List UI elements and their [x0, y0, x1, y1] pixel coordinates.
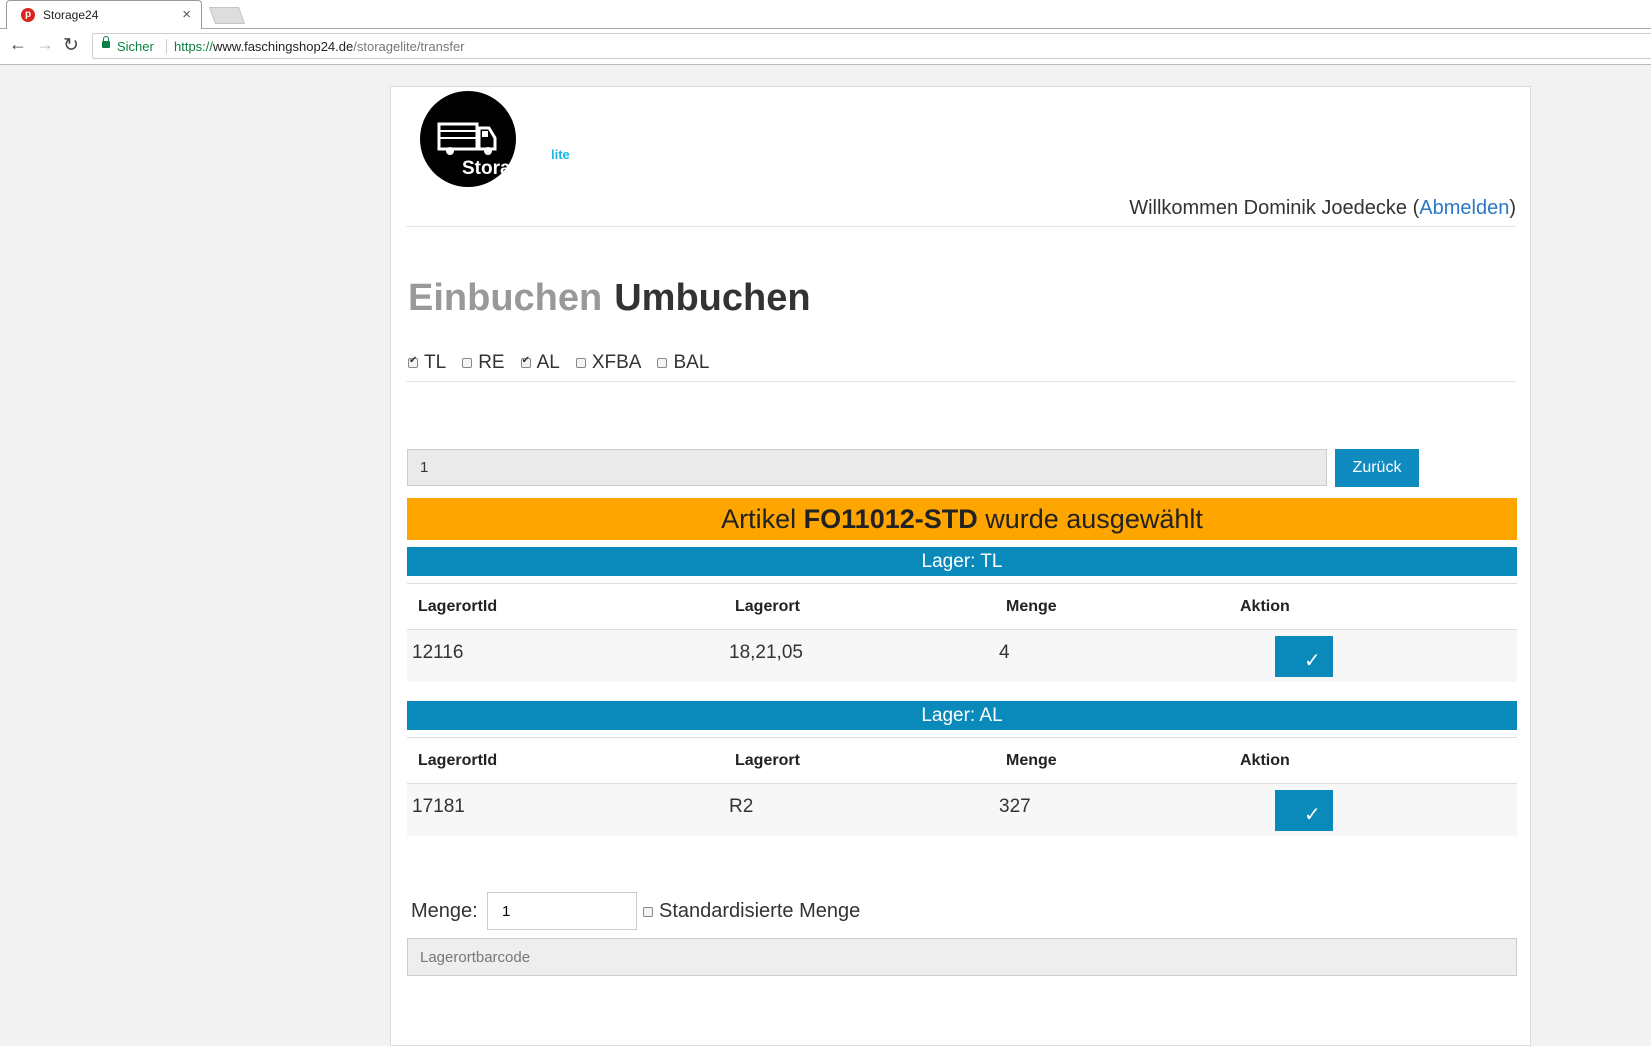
- url-host: www.faschingshop24.de: [213, 39, 354, 54]
- filter-label: BAL: [673, 352, 710, 373]
- alert-suffix: wurde ausgewählt: [977, 504, 1203, 534]
- filter-re[interactable]: RE: [462, 352, 505, 374]
- logout-link[interactable]: Abmelden: [1419, 197, 1509, 219]
- welcome-text: Willkommen Dominik Joedecke (Abmelden): [1129, 197, 1516, 220]
- filter-xfba[interactable]: XFBA: [575, 352, 642, 374]
- menge-label: Menge:: [411, 900, 478, 922]
- divider: [406, 226, 1516, 227]
- location-barcode-input[interactable]: [407, 938, 1517, 976]
- alert-prefix: Artikel: [721, 504, 804, 534]
- checkbox-xfba[interactable]: [575, 358, 586, 368]
- lager-table-al: LagerortId Lagerort Menge Aktion 17181 R…: [407, 737, 1517, 836]
- new-tab-button[interactable]: [208, 7, 246, 24]
- select-location-button[interactable]: ✓: [1275, 790, 1333, 831]
- welcome-suffix: ): [1509, 197, 1516, 219]
- svg-text:lite: lite: [551, 147, 570, 162]
- forward-arrow-icon[interactable]: →: [36, 34, 54, 55]
- menge-input[interactable]: [487, 892, 637, 930]
- lager-header-tl: Lager: TL: [407, 547, 1517, 576]
- divider: [406, 381, 1516, 382]
- omnibox-divider: [166, 39, 167, 54]
- page-title: Einbuchen Umbuchen: [408, 277, 811, 320]
- filter-bal[interactable]: BAL: [657, 352, 709, 374]
- column-header: LagerortId: [418, 598, 498, 615]
- url-path: /storagelite/transfer: [353, 39, 465, 54]
- table-header: LagerortId Lagerort Menge Aktion: [407, 583, 1517, 630]
- checkbox-re[interactable]: [462, 358, 473, 368]
- filter-label: XFBA: [591, 352, 642, 373]
- tab-umbuchen[interactable]: Umbuchen: [614, 277, 810, 319]
- back-arrow-icon[interactable]: ←: [9, 34, 27, 55]
- checkmark-icon: ✓: [1304, 650, 1321, 672]
- cell-lagerortid: 17181: [412, 796, 465, 817]
- column-header: LagerortId: [418, 752, 498, 769]
- checkmark-icon: ✓: [1304, 804, 1321, 826]
- filter-tl[interactable]: TL: [408, 352, 446, 374]
- lager-filter-group: TL RE AL XFBA BAL: [408, 352, 725, 374]
- filter-label: TL: [424, 352, 447, 373]
- article-number: FO11012-STD: [803, 504, 978, 534]
- lager-table-tl: LagerortId Lagerort Menge Aktion 12116 1…: [407, 583, 1517, 682]
- checkbox-tl[interactable]: [408, 355, 418, 368]
- address-bar[interactable]: Sicher https://www.faschingshop24.de/sto…: [92, 33, 1651, 59]
- column-header: Lagerort: [735, 752, 800, 769]
- standardized-quantity-option[interactable]: Standardisierte Menge: [643, 900, 860, 923]
- table-row: 12116 18,21,05 4 ✓: [407, 630, 1517, 682]
- lock-icon: [102, 36, 110, 48]
- cell-menge: 327: [999, 796, 1031, 817]
- filter-al[interactable]: AL: [520, 352, 560, 374]
- column-header: Menge: [1006, 598, 1057, 615]
- standardized-quantity-checkbox[interactable]: [643, 906, 653, 917]
- tab-title: Storage24: [43, 8, 99, 22]
- close-tab-icon[interactable]: ×: [182, 6, 191, 23]
- cell-lagerortid: 12116: [412, 642, 464, 663]
- welcome-prefix: Willkommen Dominik Joedecke (: [1129, 197, 1420, 219]
- column-header: Aktion: [1240, 598, 1290, 615]
- lager-header-al: Lager: AL: [407, 701, 1517, 730]
- checkbox-bal[interactable]: [657, 358, 668, 368]
- storage24-logo[interactable]: Storage24 lite: [420, 91, 590, 196]
- filter-label: AL: [536, 352, 560, 373]
- svg-text:Storage24: Storage24: [462, 158, 554, 179]
- table-header: LagerortId Lagerort Menge Aktion: [407, 737, 1517, 784]
- favicon-icon: p: [21, 8, 35, 22]
- select-location-button[interactable]: ✓: [1275, 636, 1333, 677]
- cell-lagerort: 18,21,05: [729, 642, 803, 663]
- url-scheme: https://: [174, 39, 214, 54]
- selection-alert: Artikel FO11012-STD wurde ausgewählt: [407, 498, 1517, 540]
- browser-toolbar: ← → ↻ Sicher https://www.faschingshop24.…: [0, 29, 1651, 65]
- column-header: Aktion: [1240, 752, 1290, 769]
- tab-einbuchen[interactable]: Einbuchen: [408, 277, 602, 319]
- cell-menge: 4: [999, 642, 1010, 663]
- table-row: 17181 R2 327 ✓: [407, 784, 1517, 836]
- cell-lagerort: R2: [729, 796, 754, 817]
- standardized-quantity-label: Standardisierte Menge: [659, 900, 861, 922]
- secure-label: Sicher: [117, 39, 154, 54]
- column-header: Menge: [1006, 752, 1057, 769]
- browser-tab[interactable]: p Storage24 ×: [6, 0, 202, 29]
- column-header: Lagerort: [735, 598, 800, 615]
- url-text[interactable]: https://www.faschingshop24.de/storagelit…: [174, 39, 465, 54]
- page-container: Storage24 lite Willkommen Dominik Joedec…: [390, 86, 1531, 1046]
- browser-tabstrip: p Storage24 ×: [0, 0, 1651, 29]
- checkbox-al[interactable]: [520, 355, 531, 368]
- filter-label: RE: [478, 352, 505, 373]
- article-search-input[interactable]: [407, 449, 1327, 486]
- reload-icon[interactable]: ↻: [63, 34, 79, 57]
- back-button[interactable]: Zurück: [1335, 449, 1419, 487]
